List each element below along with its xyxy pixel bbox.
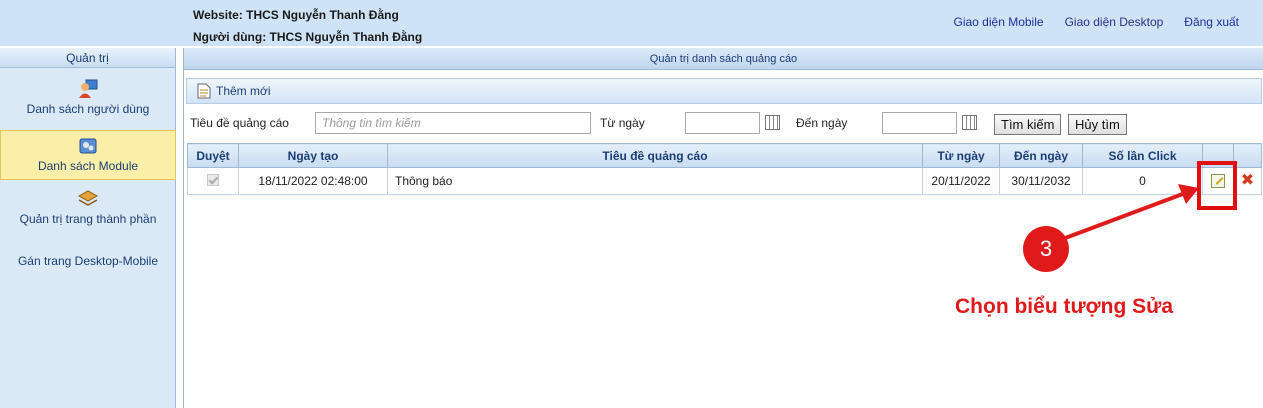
approved-cell (187, 167, 239, 195)
cancel-search-button[interactable]: Hủy tìm (1068, 114, 1127, 135)
edit-highlight-box (1197, 161, 1237, 210)
main-panel: Quản trị danh sách quảng cáo Thêm mới Ti… (183, 48, 1263, 408)
add-new-button[interactable]: Thêm mới (197, 83, 271, 99)
created-cell: 18/11/2022 02:48:00 (238, 167, 388, 195)
website-label: Website: THCS Nguyễn Thanh Đằng (193, 8, 399, 22)
sidebar-item-modules[interactable]: Danh sách Module (0, 130, 176, 180)
component-icon (77, 190, 99, 206)
instruction-text: Chọn biểu tượng Sửa (955, 295, 1173, 318)
search-input[interactable] (315, 112, 591, 134)
sidebar-item-label: Danh sách Module (37, 159, 139, 173)
logout-link[interactable]: Đăng xuất (1184, 15, 1239, 29)
table-row: 18/11/2022 02:48:00 Thông báo 20/11/2022… (187, 167, 1262, 195)
step-badge: 3 (1023, 226, 1069, 272)
from-cell: 20/11/2022 (922, 167, 1000, 195)
user-icon (79, 79, 98, 98)
top-links: Giao diện Mobile Giao diện Desktop Đăng … (954, 15, 1240, 29)
toolbar: Thêm mới (186, 78, 1262, 104)
clicks-cell: 0 (1082, 167, 1203, 195)
from-date-input[interactable] (685, 112, 760, 134)
to-date-input[interactable] (882, 112, 957, 134)
ads-table: Duyệt Ngày tạo Tiêu đề quảng cáo Từ ngày… (187, 143, 1262, 195)
delete-cell: ✖ (1233, 167, 1262, 195)
sidebar-item-label: Danh sách người dùng (26, 102, 150, 116)
col-from[interactable]: Từ ngày (922, 143, 1000, 168)
col-to[interactable]: Đến ngày (999, 143, 1083, 168)
desktop-view-link[interactable]: Giao diện Desktop (1065, 15, 1164, 29)
col-approved[interactable]: Duyệt (187, 143, 239, 168)
calendar-icon[interactable] (765, 115, 780, 130)
to-cell: 30/11/2032 (999, 167, 1083, 195)
filter-bar: Tiêu đề quảng cáo Từ ngày Đến ngày Tìm k… (184, 110, 1263, 136)
sidebar: Quản trị Danh sách người dùng Danh sách … (0, 48, 176, 408)
search-button[interactable]: Tìm kiếm (994, 114, 1062, 135)
sidebar-item-label: Quản trị trang thành phần (19, 212, 157, 226)
to-date-label: Đến ngày (796, 116, 848, 130)
col-clicks[interactable]: Số lần Click (1082, 143, 1203, 168)
title-filter-label: Tiêu đề quảng cáo (190, 116, 289, 130)
page-title: Quản trị danh sách quảng cáo (184, 48, 1263, 70)
calendar-icon[interactable] (962, 115, 977, 130)
new-document-icon (197, 83, 211, 99)
delete-icon[interactable]: ✖ (1241, 173, 1254, 189)
col-created[interactable]: Ngày tạo (238, 143, 388, 168)
add-new-label: Thêm mới (216, 84, 271, 98)
table-header-row: Duyệt Ngày tạo Tiêu đề quảng cáo Từ ngày… (187, 143, 1262, 168)
col-delete (1233, 143, 1262, 168)
site-info: Website: THCS Nguyễn Thanh Đằng Người dù… (193, 4, 422, 48)
module-icon (79, 138, 97, 154)
mobile-view-link[interactable]: Giao diện Mobile (954, 15, 1044, 29)
sidebar-item-desktop-mobile[interactable]: Gán trang Desktop-Mobile (0, 254, 176, 274)
approved-checkbox (207, 173, 219, 186)
user-label: Người dùng: THCS Nguyễn Thanh Đằng (193, 30, 423, 44)
col-title[interactable]: Tiêu đề quảng cáo (387, 143, 923, 168)
sidebar-item-users[interactable]: Danh sách người dùng (0, 78, 176, 124)
sidebar-item-label: Gán trang Desktop-Mobile (17, 254, 159, 268)
sidebar-title: Quản trị (0, 48, 175, 68)
top-header: Website: THCS Nguyễn Thanh Đằng Người dù… (0, 0, 1263, 46)
title-cell: Thông báo (387, 167, 923, 195)
from-date-label: Từ ngày (600, 116, 645, 130)
sidebar-item-components[interactable]: Quản trị trang thành phần (0, 188, 176, 234)
